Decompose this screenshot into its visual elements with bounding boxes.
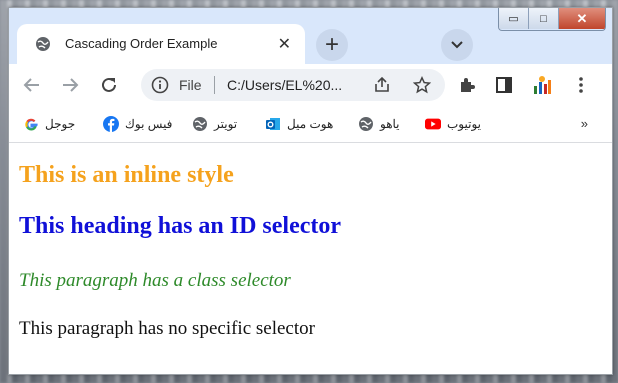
plain-paragraph: This paragraph has no specific selector [19, 318, 315, 339]
bookmarks-bar: جوجل فيس بوك تويتر هوت ميل ياهو يوتيوب » [9, 106, 612, 143]
globe-icon [192, 116, 208, 132]
maximize-button[interactable]: □ [529, 8, 559, 29]
forward-icon[interactable] [59, 74, 81, 96]
inline-style-heading: This is an inline style [19, 162, 234, 188]
bookmark-label: جوجل [45, 117, 76, 131]
facebook-icon [103, 116, 119, 132]
bookmark-hotmail[interactable]: هوت ميل [265, 115, 333, 133]
extensions-icon[interactable] [456, 74, 478, 96]
youtube-icon [425, 116, 441, 132]
close-window-button[interactable]: ✕ [559, 8, 605, 29]
page-content: This is an inline style This heading has… [9, 143, 612, 374]
toolbar: File C:/Users/EL%20... [9, 64, 612, 106]
bookmark-facebook[interactable]: فيس بوك [103, 115, 172, 133]
bookmark-yahoo[interactable]: ياهو [358, 115, 400, 133]
side-panel-icon[interactable] [493, 74, 515, 96]
star-icon[interactable] [413, 76, 431, 94]
chevron-down-icon [451, 41, 463, 49]
bookmark-label: هوت ميل [287, 117, 334, 131]
bookmark-label: فيس بوك [125, 117, 173, 131]
id-selector-heading: This heading has an ID selector [19, 213, 342, 239]
tab-search-button[interactable] [441, 29, 473, 61]
bookmark-twitter[interactable]: تويتر [192, 115, 237, 133]
tab-strip: ▭ □ ✕ Cascading Order Example ✕ + [9, 8, 612, 64]
class-selector-paragraph: This paragraph has a class selector [19, 270, 291, 291]
bookmark-youtube[interactable]: يوتيوب [425, 115, 481, 133]
bookmark-google[interactable]: جوجل [23, 115, 75, 133]
info-icon[interactable] [151, 76, 169, 94]
bookmark-label: يوتيوب [447, 117, 481, 131]
back-icon[interactable] [21, 74, 43, 96]
globe-icon [358, 116, 374, 132]
scheme-label: File [179, 77, 202, 93]
reload-icon[interactable] [98, 74, 120, 96]
new-tab-button[interactable]: + [316, 29, 348, 61]
menu-icon[interactable] [570, 74, 592, 96]
tab-active[interactable]: Cascading Order Example ✕ [17, 24, 305, 64]
bookmark-label: ياهو [380, 117, 400, 131]
bookmarks-overflow-button[interactable]: » [581, 116, 588, 131]
share-icon[interactable] [373, 76, 391, 94]
outlook-icon [265, 116, 281, 132]
minimize-button[interactable]: ▭ [499, 8, 529, 29]
tab-close-icon[interactable]: ✕ [278, 34, 291, 54]
url-text[interactable]: C:/Users/EL%20... [227, 77, 342, 93]
omnibox-divider [214, 76, 215, 94]
bookmark-label: تويتر [214, 117, 238, 131]
browser-window: ▭ □ ✕ Cascading Order Example ✕ + File C… [8, 7, 613, 375]
google-icon [23, 116, 39, 132]
profile-avatar-icon[interactable] [531, 74, 553, 96]
address-bar[interactable]: File C:/Users/EL%20... [141, 69, 445, 101]
globe-icon [35, 36, 51, 52]
window-controls: ▭ □ ✕ [498, 8, 606, 31]
tab-title: Cascading Order Example [65, 36, 218, 51]
